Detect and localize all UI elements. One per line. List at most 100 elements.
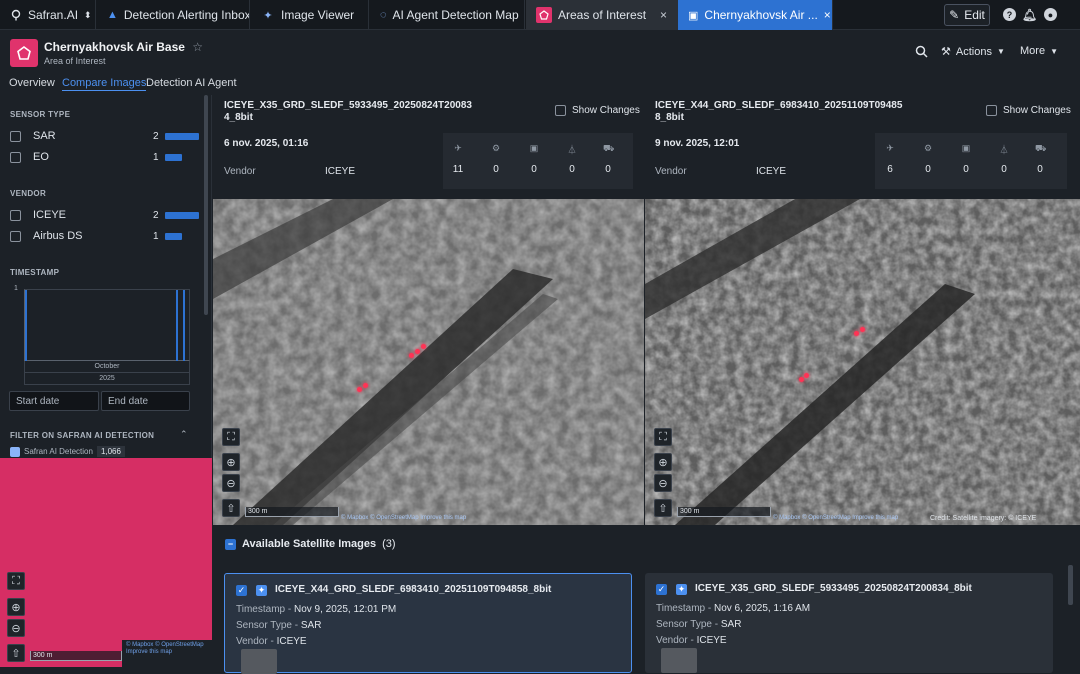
fit-bounds-icon[interactable]: ⛶ <box>7 572 25 590</box>
stat-value: 0 <box>605 164 611 175</box>
card-field-label: Sensor Type - <box>656 619 721 630</box>
facet-airbus-ds[interactable]: Airbus DS 1 <box>10 229 195 243</box>
chevron-up-icon[interactable]: ⌃ <box>180 429 188 440</box>
histogram-year-label: 2025 <box>24 373 190 385</box>
compass-icon[interactable]: ⇧ <box>7 644 25 662</box>
zoom-out-icon[interactable]: ⊖ <box>7 619 25 637</box>
checkbox[interactable] <box>10 130 21 142</box>
tab-image-viewer[interactable]: ✦ Image Viewer <box>251 0 369 30</box>
checked-checkbox[interactable]: ✓ <box>656 584 667 595</box>
truck-icon: ⛟ <box>603 143 615 153</box>
card-field-label: Timestamp - <box>236 604 294 615</box>
app-switcher[interactable]: Safran.AI ⬍ <box>0 0 96 30</box>
checkbox[interactable] <box>10 151 21 163</box>
aircraft-icon: ✈ <box>454 143 462 153</box>
checkbox[interactable] <box>555 105 566 116</box>
fit-bounds-icon[interactable]: ⛶ <box>654 428 672 446</box>
checkbox[interactable] <box>986 105 997 116</box>
card-field-label: Vendor - <box>236 636 277 647</box>
card-field-value: ICEYE <box>276 636 307 647</box>
tab-label: Image Viewer <box>281 8 355 22</box>
edit-button[interactable]: ✎ Edit <box>944 4 990 26</box>
tab-compare-images[interactable]: Compare Images <box>62 77 147 91</box>
filter-detection-heading: FILTER ON SAFRAN AI DETECTION <box>10 431 155 440</box>
right-image-date: 9 nov. 2025, 12:01 <box>655 138 740 149</box>
checkbox[interactable] <box>10 209 21 221</box>
tab-detection-ai-agent[interactable]: Detection AI Agent <box>146 77 237 89</box>
star-icon[interactable]: ☆ <box>192 40 203 54</box>
close-icon[interactable]: × <box>824 8 831 22</box>
tab-overview[interactable]: Overview <box>9 77 55 89</box>
stat-value: 0 <box>569 164 575 175</box>
image-thumbnail <box>241 649 277 674</box>
zoom-out-icon[interactable]: ⊖ <box>222 474 240 492</box>
facet-iceye[interactable]: ICEYE 2 <box>10 208 199 222</box>
facet-bar <box>165 211 199 219</box>
help-icon[interactable]: ? <box>1003 8 1016 21</box>
wrench-icon: ⚒ <box>941 46 951 58</box>
facet-label: ICEYE <box>33 209 67 221</box>
cards-scrollbar[interactable] <box>1068 565 1073 605</box>
checkbox[interactable] <box>10 230 21 242</box>
image-card[interactable]: ✓ ✦ ICEYE_X35_GRD_SLEDF_5933495_20250824… <box>645 573 1053 673</box>
card-field-label: Sensor Type - <box>236 620 301 631</box>
tab-ai-agent-detection-map[interactable]: ◌ AI Agent Detection Map <box>370 0 525 30</box>
start-date-input[interactable]: Start date <box>9 391 99 411</box>
card-timestamp: Timestamp - Nov 9, 2025, 12:01 PM <box>236 604 396 615</box>
facet-eo[interactable]: EO 1 <box>10 150 195 164</box>
tab-label: Detection Alerting Inbox <box>123 8 250 22</box>
detection-type-icon <box>10 446 20 457</box>
facet-sar[interactable]: SAR 2 <box>10 129 199 143</box>
sensor-type-heading: SENSOR TYPE <box>10 110 71 119</box>
caret-down-icon: ▼ <box>1050 46 1058 56</box>
left-show-changes[interactable]: Show Changes <box>555 105 640 116</box>
compass-icon[interactable]: ⇧ <box>222 499 240 517</box>
aoi-pentagon-icon <box>10 39 38 67</box>
satellite-icon: ✦ <box>256 585 267 596</box>
stat-value: 11 <box>452 164 464 175</box>
tab-label: Areas of Interest <box>558 8 647 22</box>
search-icon <box>915 45 928 58</box>
vehicle-icon: ▣ <box>961 143 971 153</box>
actions-label: Actions <box>955 45 992 58</box>
sidebar-scrollbar[interactable] <box>204 95 208 315</box>
actions-button[interactable]: ⚒ Actions ▼ <box>941 45 1005 59</box>
map-attribution[interactable]: © Mapbox © OpenStreetMap Improve this ma… <box>773 515 898 522</box>
tab-detection-alerting-inbox[interactable]: ▲ Detection Alerting Inbox <box>97 0 250 30</box>
pentagon-icon <box>536 7 552 23</box>
tab-chernyakhovsk-air-base[interactable]: ▣ Chernyakhovsk Air ... × <box>678 0 833 30</box>
right-show-changes[interactable]: Show Changes <box>986 105 1071 116</box>
image-card[interactable]: ✓ ✦ ICEYE_X44_GRD_SLEDF_6983410_20251109… <box>224 573 632 674</box>
zoom-in-icon[interactable]: ⊕ <box>7 598 25 616</box>
tab-areas-of-interest[interactable]: Areas of Interest × <box>526 0 678 30</box>
bell-icon[interactable]: 🔔︎ <box>1022 8 1037 22</box>
left-satellite-image[interactable]: ⛶ ⊕ ⊖ ⇧ 300 m © Mapbox © OpenStreetMap I… <box>213 199 644 525</box>
zoom-out-icon[interactable]: ⊖ <box>654 474 672 492</box>
fit-bounds-icon[interactable]: ⛶ <box>222 428 240 446</box>
map-attribution[interactable]: © Mapbox © OpenStreetMap Improve this ma… <box>126 642 210 656</box>
zoom-in-icon[interactable]: ⊕ <box>222 453 240 471</box>
right-satellite-image[interactable]: ⛶ ⊕ ⊖ ⇧ 300 m © Mapbox © OpenStreetMap I… <box>645 199 1080 525</box>
image-thumbnail <box>661 648 697 673</box>
search-button[interactable] <box>915 45 928 58</box>
map-attribution[interactable]: © Mapbox © OpenStreetMap Improve this ma… <box>341 515 466 522</box>
facet-bar <box>165 153 182 161</box>
more-label: More <box>1020 45 1046 57</box>
facet-count: 1 <box>153 230 159 242</box>
minus-toggle-icon[interactable]: − <box>225 538 236 550</box>
end-date-input[interactable]: End date <box>101 391 190 411</box>
sar-imagery <box>645 199 1080 525</box>
show-changes-label: Show Changes <box>572 105 640 116</box>
timestamp-histogram[interactable] <box>24 289 190 361</box>
detection-filter-row[interactable]: Safran AI Detection 1,066 <box>10 446 125 457</box>
close-icon[interactable]: × <box>660 8 667 22</box>
checked-checkbox[interactable]: ✓ <box>236 585 247 596</box>
pencil-icon: ✎ <box>949 8 960 22</box>
user-avatar-icon[interactable]: ● <box>1044 8 1057 21</box>
zoom-in-icon[interactable]: ⊕ <box>654 453 672 471</box>
compass-icon[interactable]: ⇧ <box>654 499 672 517</box>
truck-icon: ⛟ <box>1035 143 1047 153</box>
available-images-header[interactable]: − Available Satellite Images (3) <box>225 538 396 550</box>
aoi-mini-map[interactable]: ⛶ ⊕ ⊖ ⇧ 300 m © Mapbox © OpenStreetMap I… <box>0 458 212 667</box>
more-button[interactable]: More ▼ <box>1020 45 1058 57</box>
